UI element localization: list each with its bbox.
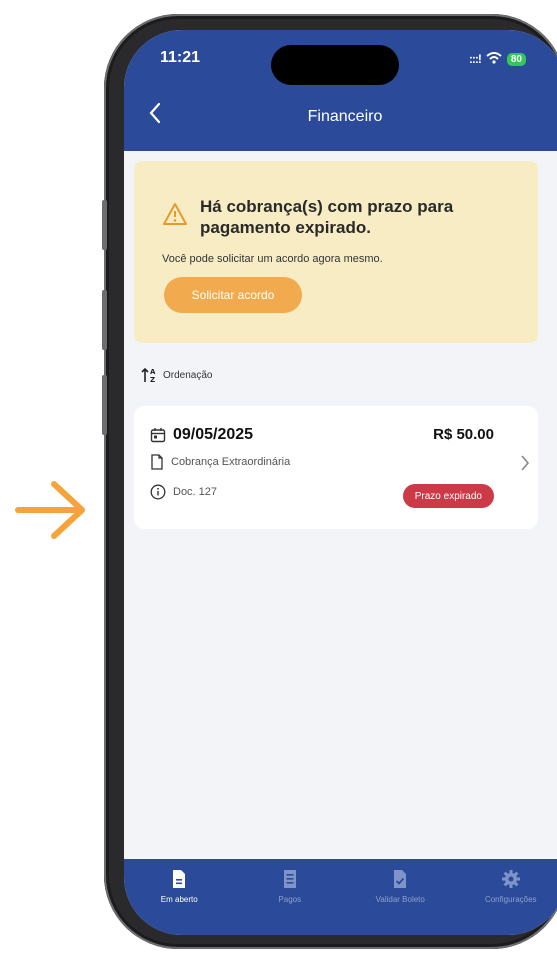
billing-date-text: 09/05/2025	[173, 426, 254, 443]
billing-doc-text: Doc. 127	[173, 486, 218, 498]
tab-configuracoes[interactable]: Configurações	[456, 859, 557, 935]
billing-type-text: Cobrança Extraordinária	[171, 456, 291, 468]
status-indicators: :::! 80	[469, 51, 526, 67]
expired-payment-alert: Há cobrança(s) com prazo para pagamento …	[134, 161, 538, 343]
document-icon	[173, 870, 186, 888]
alert-title: Há cobrança(s) com prazo para pagamento …	[200, 197, 454, 237]
receipt-icon	[283, 870, 296, 888]
phone-side-button	[102, 375, 107, 435]
app-screen: 11:21 :::! 80 Financeiro Há cobrança(s) …	[124, 30, 557, 935]
gear-icon	[501, 870, 520, 888]
info-icon	[150, 484, 166, 500]
signal-icon: :::!	[468, 52, 482, 66]
warning-triangle-icon	[163, 203, 187, 225]
phone-side-button	[102, 200, 107, 250]
status-time: 11:21	[160, 49, 201, 66]
sort-label: Ordenação	[163, 369, 213, 381]
svg-text:Z: Z	[150, 376, 155, 383]
app-header: 11:21 :::! 80 Financeiro	[124, 30, 557, 151]
request-agreement-button[interactable]: Solicitar acordo	[164, 277, 302, 313]
pointer-arrow-icon	[15, 481, 85, 539]
tab-label: Configurações	[484, 895, 537, 904]
dynamic-island	[271, 45, 399, 85]
document-icon	[151, 454, 163, 470]
tab-em-aberto[interactable]: Em aberto	[124, 859, 235, 935]
billing-doc: Doc. 127	[150, 484, 217, 500]
sort-az-icon: A Z	[141, 367, 156, 383]
billing-date: 09/05/2025	[150, 426, 253, 444]
tab-label: Pagos	[278, 895, 302, 904]
tab-label: Validar Boleto	[375, 895, 425, 904]
page-title: Financeiro	[307, 108, 383, 125]
tab-pagos[interactable]: Pagos	[235, 859, 346, 935]
calendar-icon	[150, 428, 166, 443]
sort-button[interactable]: A Z Ordenação	[141, 367, 212, 383]
status-badge: Prazo expirado	[402, 484, 494, 508]
chevron-right-icon	[521, 455, 530, 471]
battery-icon: 80	[506, 52, 526, 66]
billing-card[interactable]: 09/05/2025 R$ 50.00 Cobrança Extraordiná…	[134, 406, 538, 529]
document-check-icon	[394, 870, 407, 888]
billing-amount: R$ 50.00	[433, 426, 494, 443]
billing-type: Cobrança Extraordinária	[150, 454, 290, 470]
svg-text:A: A	[150, 368, 156, 376]
phone-side-button	[102, 290, 107, 350]
bottom-tab-bar: Em aberto Pagos Validar Boleto Configura…	[124, 859, 557, 935]
wifi-icon	[486, 51, 502, 67]
alert-text: Você pode solicitar um acordo agora mesm…	[162, 253, 383, 265]
tab-validar-boleto[interactable]: Validar Boleto	[345, 859, 456, 935]
tab-label: Em aberto	[160, 895, 198, 904]
